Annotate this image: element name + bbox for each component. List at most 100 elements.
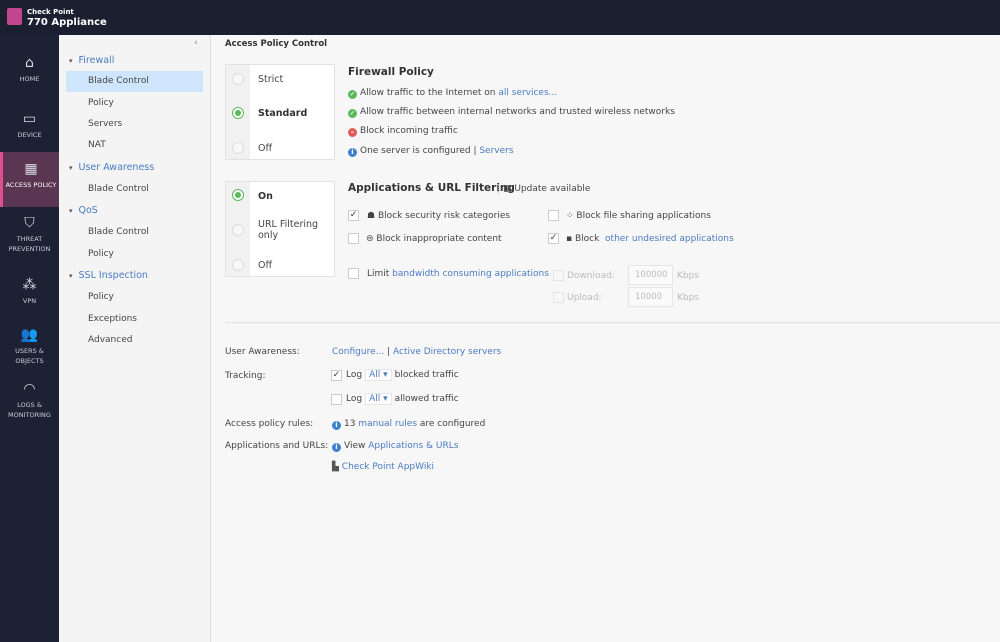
subnav-firewall-policy[interactable]: Policy — [66, 93, 203, 114]
subnav-firewall-blade-control[interactable]: Blade Control — [66, 71, 203, 92]
appwiki-icon: ▙ — [332, 462, 342, 472]
inappropriate-label: ⊜ Block inappropriate content — [366, 234, 502, 244]
radio-off[interactable] — [232, 142, 244, 154]
radio-on[interactable] — [232, 189, 244, 201]
allow-globe-icon: ✓ — [348, 90, 357, 99]
other-undesired-apps-link[interactable]: other undesired applications — [605, 234, 734, 244]
inappropriate-checkbox[interactable] — [348, 233, 359, 244]
access-rules-label: Access policy rules: — [225, 419, 314, 429]
limit-bandwidth-label: Limit bandwidth consuming applications — [367, 269, 549, 279]
other-apps-label: ▪ Block other undesired applications — [566, 234, 734, 244]
log-allowed-select[interactable]: All ▾ — [365, 393, 392, 405]
appliance-logo-icon — [7, 8, 22, 25]
all-services-link[interactable]: all services... — [498, 88, 557, 98]
appwiki-link[interactable]: Check Point AppWiki — [342, 462, 434, 472]
firewall-mode-selector: Strict Standard Off — [225, 64, 335, 160]
subnav-ua-blade-control[interactable]: Blade Control — [66, 179, 203, 200]
main-nav-rail: ⌂ HOME ▭ DEVICE ▦ ACCESS POLICY ⛉ THREAT PRE… — [0, 35, 59, 642]
other-apps-checkbox[interactable]: ✓ — [548, 233, 559, 244]
subnav-ssl-exceptions[interactable]: Exceptions — [66, 309, 203, 330]
label-on: On — [258, 191, 273, 202]
nav-access-policy[interactable]: ▦ ACCESS POLICY — [0, 152, 59, 207]
subnav-firewall-nat[interactable]: NAT — [66, 135, 203, 156]
tracking-label: Tracking: — [225, 371, 266, 381]
block-icon: – — [348, 128, 357, 137]
subnav-ssl-policy[interactable]: Policy — [66, 287, 203, 308]
radio-standard[interactable] — [232, 107, 244, 119]
upload-checkbox[interactable] — [553, 292, 564, 303]
radio-url-filtering-only[interactable] — [232, 224, 244, 236]
configure-link[interactable]: Configure... — [332, 347, 384, 357]
allow-globe-icon: ✓ — [348, 109, 357, 118]
age-restriction-icon: ⊜ — [366, 234, 377, 244]
subnav-firewall-servers[interactable]: Servers — [66, 114, 203, 135]
calendar-icon: ▦ — [503, 184, 515, 194]
nav-device[interactable]: ▭ DEVICE — [0, 111, 59, 140]
home-icon: ⌂ — [25, 55, 34, 71]
file-sharing-label: ⁘ Block file sharing applications — [566, 211, 711, 221]
top-bar: Check Point 770 Appliance — [0, 0, 1000, 35]
nav-logs-monitoring[interactable]: ◠ LOGS & MONITORING — [0, 381, 59, 420]
gauge-icon: ◠ — [23, 381, 36, 397]
group-user-awareness[interactable]: User Awareness — [69, 162, 155, 173]
subnav-qos-policy[interactable]: Policy — [66, 244, 203, 265]
apps-mode-selector: On URL Filtering only Off — [225, 181, 335, 277]
access-rules-value: i 13 manual rules are configured — [332, 419, 485, 430]
device-icon: ▭ — [22, 111, 37, 127]
block-incoming-line: – Block incoming traffic — [348, 126, 458, 137]
servers-link[interactable]: Servers — [479, 146, 513, 156]
apps-urls-label: Applications and URLs: — [225, 441, 329, 451]
appwiki-row: ▙ Check Point AppWiki — [332, 462, 434, 472]
collapse-chevron-icon[interactable]: ‹ — [194, 38, 198, 48]
bug-icon: ☗ — [367, 211, 378, 221]
log-allowed-row: Log All ▾ allowed traffic — [346, 393, 459, 405]
download-label: Download: — [567, 271, 615, 281]
subnav-qos-blade-control[interactable]: Blade Control — [66, 222, 203, 243]
allow-internal-line: ✓ Allow traffic between internal networks… — [348, 107, 675, 118]
radio-strict[interactable] — [232, 73, 244, 85]
label-standard: Standard — [258, 108, 308, 119]
label-url-filtering-only: URL Filtering only — [258, 219, 319, 241]
group-qos[interactable]: QoS — [69, 205, 98, 216]
section-divider — [225, 322, 1000, 323]
page-title: Access Policy Control — [225, 39, 328, 49]
manual-rules-link[interactable]: manual rules — [358, 419, 417, 429]
radio-off[interactable] — [232, 259, 244, 271]
download-unit: Kbps — [677, 271, 700, 281]
info-icon: i — [348, 148, 357, 157]
limit-bandwidth-checkbox[interactable] — [348, 268, 359, 279]
upload-input[interactable]: 10000 — [628, 287, 673, 307]
shield-icon: ⛉ — [24, 215, 35, 231]
nav-users-objects[interactable]: 👥 USERS & OBJECTS — [0, 327, 59, 366]
update-available[interactable]: ▦ Update available — [498, 184, 590, 194]
info-icon: i — [332, 421, 341, 430]
label-strict: Strict — [258, 74, 284, 85]
log-blocked-select[interactable]: All ▾ — [365, 369, 392, 381]
bandwidth-apps-link[interactable]: bandwidth consuming applications — [392, 269, 549, 279]
log-blocked-row: Log All ▾ blocked traffic — [346, 369, 459, 381]
user-awareness-links: Configure... | Active Directory servers — [332, 347, 502, 357]
group-ssl-inspection[interactable]: SSL Inspection — [69, 270, 148, 281]
nav-threat-prevention[interactable]: ⛉ THREAT PREVENTION — [0, 215, 59, 254]
applications-urls-link[interactable]: Applications & URLs — [368, 441, 458, 451]
sub-navigation: Firewall Blade Control Policy Servers NA… — [59, 35, 211, 642]
apps-url-heading: Applications & URL Filtering — [348, 182, 515, 194]
file-sharing-checkbox[interactable] — [548, 210, 559, 221]
firewall-policy-heading: Firewall Policy — [348, 66, 434, 78]
nav-home[interactable]: ⌂ HOME — [0, 55, 59, 84]
download-checkbox[interactable] — [553, 270, 564, 281]
apps-urls-value: i View Applications & URLs — [332, 441, 458, 452]
log-blocked-checkbox[interactable]: ✓ — [331, 370, 342, 381]
download-input[interactable]: 100000 — [628, 265, 673, 285]
group-firewall[interactable]: Firewall — [69, 55, 115, 66]
subnav-ssl-advanced[interactable]: Advanced — [66, 330, 203, 351]
apps-grid-icon: ▪ — [566, 234, 575, 244]
log-allowed-checkbox[interactable] — [331, 394, 342, 405]
nav-vpn[interactable]: ⁂ VPN — [0, 277, 59, 306]
security-risk-checkbox[interactable]: ✓ — [348, 210, 359, 221]
upload-label: Upload: — [567, 293, 602, 303]
security-risk-label: ☗ Block security risk categories — [367, 211, 511, 221]
file-sharing-icon: ⁘ — [566, 211, 577, 221]
active-directory-link[interactable]: Active Directory servers — [393, 347, 501, 357]
servers-line: i One server is configured | Servers — [348, 146, 514, 157]
